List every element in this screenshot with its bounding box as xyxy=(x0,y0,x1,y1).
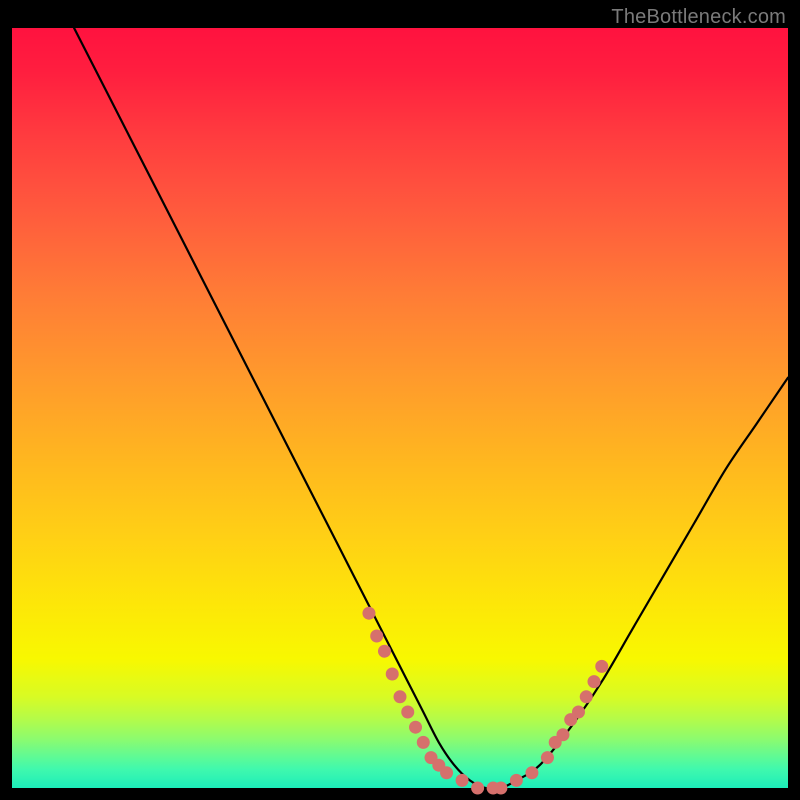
optimal-zone-dot xyxy=(362,607,375,620)
chart-frame: TheBottleneck.com xyxy=(0,0,800,800)
optimal-zone-dot xyxy=(588,675,601,688)
optimal-zone-dot xyxy=(440,766,453,779)
optimal-zone-dot xyxy=(456,774,469,787)
optimal-zone-dot xyxy=(386,668,399,681)
optimal-zone-markers xyxy=(362,607,608,795)
optimal-zone-dot xyxy=(378,645,391,658)
optimal-zone-dot xyxy=(556,728,569,741)
optimal-zone-dot xyxy=(541,751,554,764)
optimal-zone-dot xyxy=(417,736,430,749)
optimal-zone-dot xyxy=(370,630,383,643)
optimal-zone-dot xyxy=(510,774,523,787)
plot-area xyxy=(12,28,788,788)
optimal-zone-dot xyxy=(572,706,585,719)
chart-svg xyxy=(12,28,788,788)
optimal-zone-dot xyxy=(401,706,414,719)
optimal-zone-dot xyxy=(409,721,422,734)
optimal-zone-dot xyxy=(394,690,407,703)
bottleneck-curve xyxy=(74,28,788,789)
optimal-zone-dot xyxy=(580,690,593,703)
optimal-zone-dot xyxy=(525,766,538,779)
watermark-text: TheBottleneck.com xyxy=(611,6,786,29)
optimal-zone-dot xyxy=(471,782,484,795)
optimal-zone-dot xyxy=(494,782,507,795)
optimal-zone-dot xyxy=(595,660,608,673)
